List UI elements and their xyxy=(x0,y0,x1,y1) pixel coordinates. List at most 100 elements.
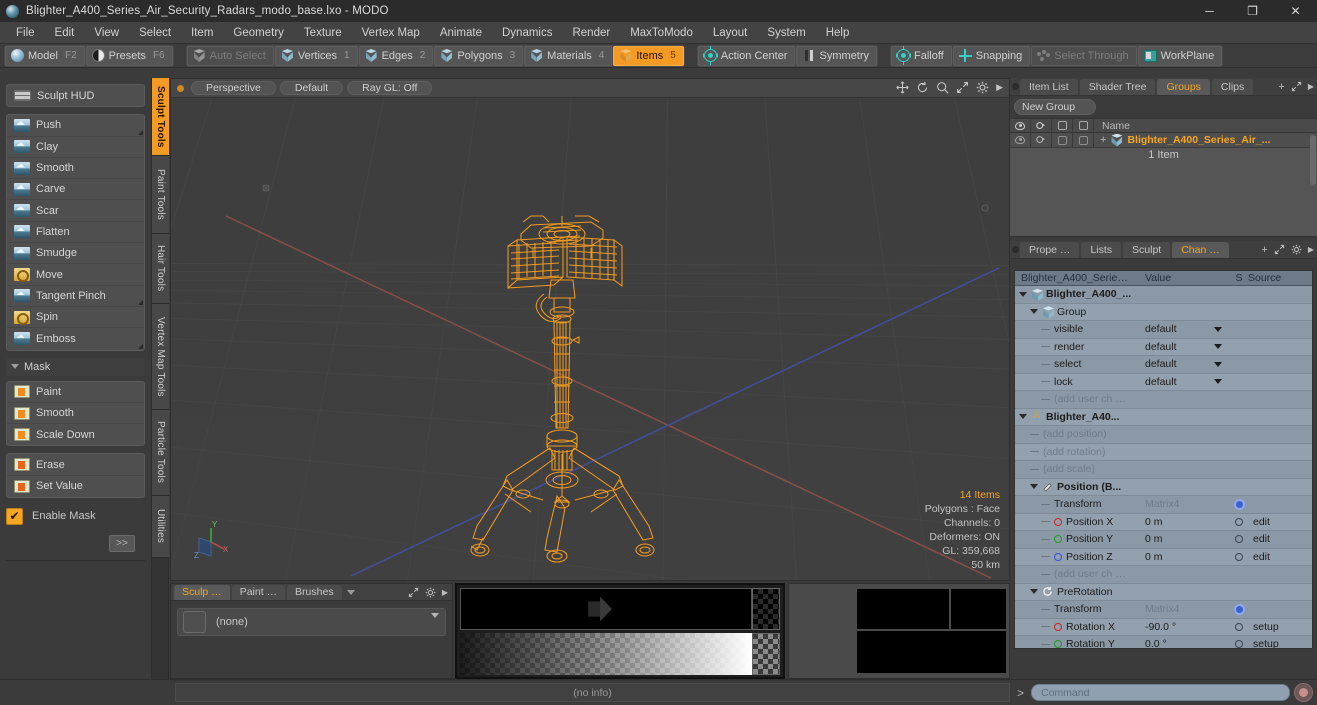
tool-push[interactable]: Push xyxy=(7,115,144,137)
mode-button-auto-select[interactable]: Auto Select xyxy=(186,45,274,66)
channel-row[interactable]: Position (B... xyxy=(1015,478,1312,496)
tool-move[interactable]: Move xyxy=(7,264,144,286)
channel-row[interactable]: render default xyxy=(1015,338,1312,356)
mode-button-falloff[interactable]: Falloff xyxy=(890,45,952,66)
channel-value[interactable]: 0.0 ° xyxy=(1145,638,1167,648)
viewport-3d[interactable]: Perspective Default Ray GL: Off ▶ Y X Z … xyxy=(170,78,1010,581)
sculpt-hud-button[interactable]: Sculpt HUD xyxy=(7,85,144,106)
vtab-vertex-map-tools[interactable]: Vertex Map Tools xyxy=(152,304,169,410)
channel-value[interactable]: Matrix4 xyxy=(1145,603,1179,615)
brush-thumb-1[interactable] xyxy=(857,589,949,629)
menu-item[interactable]: Item xyxy=(181,22,223,44)
viewport-canvas[interactable]: Y X Z 14 Items Polygons : Face Channels:… xyxy=(171,98,1009,580)
tab-clips[interactable]: Clips xyxy=(1211,78,1254,95)
channel-row[interactable]: (add rotation) xyxy=(1015,443,1312,461)
channel-row[interactable]: Position X 0 m edit xyxy=(1015,513,1312,531)
channel-row[interactable]: Position Y 0 m edit xyxy=(1015,531,1312,549)
gradient-checker-swatch[interactable] xyxy=(752,633,780,675)
viewport-raygl-toggle[interactable]: Ray GL: Off xyxy=(347,81,433,95)
enable-mask-row[interactable]: ✔ Enable Mask xyxy=(6,505,145,527)
tab-item-list[interactable]: Item List xyxy=(1020,78,1078,95)
channel-gear-icon[interactable] xyxy=(1233,603,1245,615)
menu-view[interactable]: View xyxy=(84,22,129,44)
channel-row[interactable]: lock default xyxy=(1015,373,1312,391)
expand-icon[interactable] xyxy=(1291,81,1302,92)
channel-state-toggle[interactable] xyxy=(1235,640,1243,648)
channel-gear-icon[interactable] xyxy=(1233,498,1245,510)
menu-layout[interactable]: Layout xyxy=(703,22,758,44)
tool-carve[interactable]: Carve xyxy=(7,179,144,201)
expand-group-icon[interactable]: + xyxy=(1100,134,1106,146)
channel-row[interactable]: PreRotation xyxy=(1015,583,1312,601)
viewport-menu-icon[interactable] xyxy=(177,84,184,92)
tab-lists[interactable]: Lists xyxy=(1081,241,1122,258)
vtab-paint-tools[interactable]: Paint Tools xyxy=(152,156,169,234)
profile-checker-swatch[interactable] xyxy=(752,588,780,630)
tool-emboss[interactable]: Emboss xyxy=(7,328,144,349)
channel-value[interactable]: default xyxy=(1145,341,1177,353)
vtab-hair-tools[interactable]: Hair Tools xyxy=(152,234,169,304)
mode-button-vertices[interactable]: Vertices 1 xyxy=(274,45,358,66)
chevron-down-icon[interactable] xyxy=(431,613,439,618)
gradient-preview-panel[interactable] xyxy=(455,583,785,679)
channel-row[interactable]: select default xyxy=(1015,356,1312,374)
tab-groups[interactable]: Groups xyxy=(1157,78,1210,95)
record-icon[interactable] xyxy=(1294,683,1313,702)
channel-value[interactable]: default xyxy=(1145,358,1177,370)
channel-row[interactable]: visible default xyxy=(1015,321,1312,339)
channel-state-toggle[interactable] xyxy=(1235,517,1243,526)
tool-erase[interactable]: Erase xyxy=(7,454,144,476)
menu-texture[interactable]: Texture xyxy=(294,22,352,44)
move-icon[interactable] xyxy=(896,81,909,94)
chevron-down-icon[interactable] xyxy=(1030,589,1038,595)
tool-set-value[interactable]: Set Value xyxy=(7,476,144,497)
fit-icon[interactable] xyxy=(956,81,969,94)
close-button[interactable]: ✕ xyxy=(1274,0,1317,22)
enable-mask-checkbox[interactable]: ✔ xyxy=(6,507,23,525)
channel-row[interactable]: Blighter_A400_... xyxy=(1015,286,1312,304)
channels-rows[interactable]: Blighter_A400_... Group visible default rend… xyxy=(1015,286,1312,648)
menu-render[interactable]: Render xyxy=(562,22,620,44)
rotate-icon[interactable] xyxy=(916,81,929,94)
panel-menu-icon[interactable] xyxy=(1012,83,1019,90)
channel-row[interactable]: Group xyxy=(1015,303,1312,321)
vtab-particle-tools[interactable]: Particle Tools xyxy=(152,410,169,496)
tab-prope[interactable]: Prope … xyxy=(1020,241,1080,258)
more-options-button[interactable]: >> xyxy=(109,535,135,553)
chevron-down-icon[interactable] xyxy=(1030,309,1038,315)
channel-value[interactable]: Matrix4 xyxy=(1145,498,1179,510)
tool-smooth[interactable]: Smooth xyxy=(7,158,144,180)
gear-icon[interactable] xyxy=(1291,244,1302,255)
radar-model-wireframe[interactable] xyxy=(171,98,1009,580)
menu-animate[interactable]: Animate xyxy=(430,22,492,44)
channel-row[interactable]: Blighter_A40... xyxy=(1015,408,1312,426)
tool-smooth[interactable]: Smooth xyxy=(7,403,144,425)
preset-tab-paint[interactable]: Paint … xyxy=(231,584,286,600)
tool-popup-indicator[interactable] xyxy=(138,343,143,349)
row-select-toggle[interactable] xyxy=(1052,132,1073,148)
mode-button-items[interactable]: Items 5 xyxy=(613,45,684,66)
channel-value[interactable]: 0 m xyxy=(1145,551,1163,563)
chevron-down-icon[interactable] xyxy=(1214,361,1222,367)
minimize-button[interactable]: ─ xyxy=(1188,0,1231,22)
chevron-down-icon[interactable] xyxy=(1019,414,1027,420)
brush-thumb-2[interactable] xyxy=(951,589,1006,629)
arrow-right-icon[interactable]: ▶ xyxy=(442,588,448,597)
chevron-down-icon[interactable] xyxy=(1019,291,1027,297)
group-list-scrollbar[interactable] xyxy=(1310,135,1316,185)
channel-row[interactable]: (add scale) xyxy=(1015,461,1312,479)
tab-shader-tree[interactable]: Shader Tree xyxy=(1079,78,1156,95)
zoom-icon[interactable] xyxy=(936,81,949,94)
row-render-toggle[interactable] xyxy=(1031,132,1052,148)
vtab-sculpt-tools[interactable]: Sculpt Tools xyxy=(152,78,169,156)
arrow-right-icon[interactable]: ▶ xyxy=(996,82,1003,93)
command-input[interactable]: Command xyxy=(1031,684,1290,701)
menu-maxtomodo[interactable]: MaxToModo xyxy=(620,22,703,44)
mode-button-edges[interactable]: Edges 2 xyxy=(358,45,434,66)
panel-menu-icon-2[interactable] xyxy=(1012,246,1019,253)
menu-select[interactable]: Select xyxy=(129,22,181,44)
channel-row[interactable]: Rotation X -90.0 ° setup xyxy=(1015,618,1312,636)
vtab-utilities[interactable]: Utilities xyxy=(152,496,169,558)
add-tab-icon[interactable]: + xyxy=(1278,81,1284,93)
channel-row[interactable]: (add position) xyxy=(1015,426,1312,444)
